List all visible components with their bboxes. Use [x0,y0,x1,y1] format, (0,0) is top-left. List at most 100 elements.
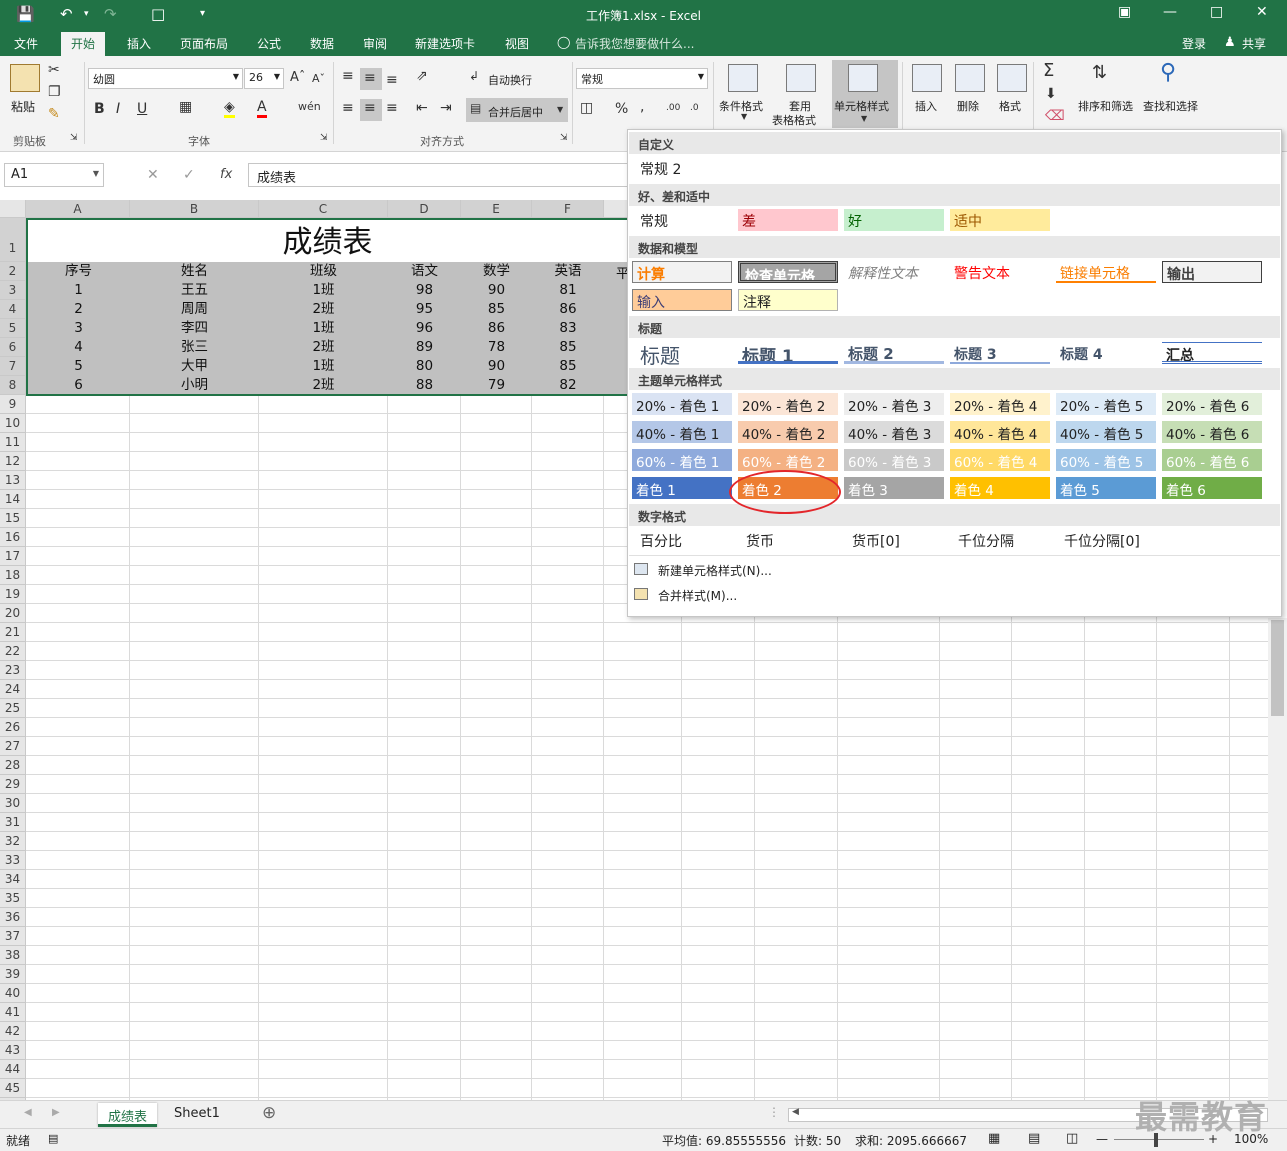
tab-new-tab[interactable]: 新建选项卡 [415,35,475,52]
increase-decimal-icon[interactable]: .00 [666,103,680,113]
paste-icon[interactable] [10,64,40,92]
theme-style-accent3-row1[interactable]: 20% - 着色 3 [844,393,944,415]
enter-icon[interactable]: ✓ [183,167,195,183]
style-input[interactable]: 输入 [632,289,732,311]
decrease-font-icon[interactable]: Aˇ [312,72,325,85]
align-left-icon[interactable]: ≡ [342,100,354,116]
style-check-cell[interactable]: 检查单元格 [738,261,838,283]
theme-style-accent1-row2[interactable]: 40% - 着色 1 [632,421,732,443]
style-explanatory[interactable]: 解释性文本 [844,261,944,283]
row-header[interactable]: 25 [0,699,26,718]
decrease-decimal-icon[interactable]: .0 [690,103,699,113]
decrease-indent-icon[interactable]: ⇤ [416,100,428,116]
tab-file[interactable]: 文件 [14,35,38,52]
theme-style-accent4-row1[interactable]: 20% - 着色 4 [950,393,1050,415]
row-header[interactable]: 42 [0,1022,26,1041]
style-output[interactable]: 输出 [1162,261,1262,283]
row-header[interactable]: 31 [0,813,26,832]
row-header[interactable]: 23 [0,661,26,680]
column-header-c[interactable]: C [259,200,388,218]
cell-styles-button[interactable]: 单元格样式 [834,98,889,114]
style-normal-2[interactable]: 常规 2 [636,157,736,179]
style-calculation[interactable]: 计算 [632,261,732,283]
cut-icon[interactable]: ✂ [48,62,60,78]
format-as-table-label-2[interactable]: 表格格式 [772,112,816,128]
row-header[interactable]: 34 [0,870,26,889]
style-heading-1[interactable]: 标题 1 [738,340,838,364]
font-color-icon[interactable]: A [257,99,267,118]
row-header[interactable]: 18 [0,566,26,585]
row-header[interactable]: 40 [0,984,26,1003]
zoom-slider-track[interactable] [1114,1139,1204,1140]
tab-view[interactable]: 视图 [505,35,529,52]
style-good[interactable]: 好 [844,209,944,231]
style-total[interactable]: 汇总 [1162,342,1262,364]
row-header[interactable]: 14 [0,490,26,509]
theme-style-accent1-row3[interactable]: 60% - 着色 1 [632,449,732,471]
row-header[interactable]: 36 [0,908,26,927]
new-cell-style-menu-item[interactable]: 新建单元格样式(N)... [658,562,772,579]
maximize-icon[interactable]: □ [1210,4,1223,20]
style-heading-3[interactable]: 标题 3 [950,342,1050,364]
chevron-down-icon[interactable]: ▼ [557,105,563,114]
minimize-icon[interactable]: — [1163,4,1177,20]
select-all-corner[interactable] [0,200,26,218]
sheet-tab-grades[interactable]: 成绩表 [98,1103,158,1127]
clipboard-launcher-icon[interactable]: ⇲ [70,133,78,143]
row-header[interactable]: 9 [0,395,26,414]
zoom-out-icon[interactable]: — [1096,1132,1108,1146]
tab-home[interactable]: 开始 [61,32,106,56]
border-icon[interactable]: ▦ [179,99,192,115]
vertical-scrollbar[interactable] [1268,618,1287,1100]
theme-style-accent4-row4[interactable]: 着色 4 [950,477,1050,499]
sheet-tab-sheet1[interactable]: Sheet1 [164,1103,230,1127]
theme-style-accent5-row3[interactable]: 60% - 着色 5 [1056,449,1156,471]
italic-icon[interactable]: I [116,101,120,117]
row-header[interactable]: 16 [0,528,26,547]
add-sheet-icon[interactable]: ⊕ [262,1103,276,1123]
copy-icon[interactable]: ❐ [48,84,61,100]
scroll-thumb[interactable] [1271,620,1284,716]
format-cells-icon[interactable] [997,64,1027,92]
theme-style-accent4-row2[interactable]: 40% - 着色 4 [950,421,1050,443]
tab-data[interactable]: 数据 [310,35,334,52]
theme-style-accent6-row4[interactable]: 着色 6 [1162,477,1262,499]
increase-font-icon[interactable]: Aˆ [290,70,305,85]
align-middle-icon[interactable]: ≡ [364,70,376,86]
tab-split-handle[interactable]: ⋮ [768,1105,780,1119]
style-heading-2[interactable]: 标题 2 [844,341,944,364]
theme-style-accent6-row1[interactable]: 20% - 着色 6 [1162,393,1262,415]
merge-styles-menu-item[interactable]: 合并样式(M)... [658,587,737,604]
delete-cells-icon[interactable] [955,64,985,92]
autosum-icon[interactable]: Σ [1043,60,1054,81]
row-header[interactable]: 15 [0,509,26,528]
row-header[interactable]: 38 [0,946,26,965]
merge-center-icon[interactable]: ▤ [470,101,481,115]
row-header[interactable]: 8 [0,376,26,395]
row-header[interactable]: 28 [0,756,26,775]
insert-cells-icon[interactable] [912,64,942,92]
percent-icon[interactable]: % [615,101,628,117]
page-break-view-icon[interactable]: ◫ [1066,1131,1078,1146]
row-header[interactable]: 27 [0,737,26,756]
style-title[interactable]: 标题 [636,338,736,366]
paste-button[interactable]: 粘贴 [11,98,35,115]
column-header-d[interactable]: D [388,200,461,218]
conditional-format-icon[interactable] [728,64,758,92]
style-currency[interactable]: 货币 [742,529,842,551]
tell-me-search[interactable]: 告诉我您想要做什么... [575,35,694,52]
sort-filter-button[interactable]: 排序和筛选 [1078,98,1133,114]
theme-style-accent1-row4[interactable]: 着色 1 [632,477,732,499]
fill-icon[interactable]: ⬇ [1045,86,1057,102]
row-header[interactable]: 30 [0,794,26,813]
row-header[interactable]: 35 [0,889,26,908]
user-icon[interactable]: ♟ [1224,35,1236,50]
normal-view-icon[interactable]: ▦ [988,1131,1000,1146]
style-heading-4[interactable]: 标题 4 [1056,342,1156,364]
comma-icon[interactable]: , [640,99,644,115]
tab-page-layout[interactable]: 页面布局 [180,35,228,52]
row-header[interactable]: 43 [0,1041,26,1060]
theme-style-accent2-row3[interactable]: 60% - 着色 2 [738,449,838,471]
cell-styles-icon[interactable] [848,64,878,92]
sign-in-link[interactable]: 登录 [1182,35,1206,52]
